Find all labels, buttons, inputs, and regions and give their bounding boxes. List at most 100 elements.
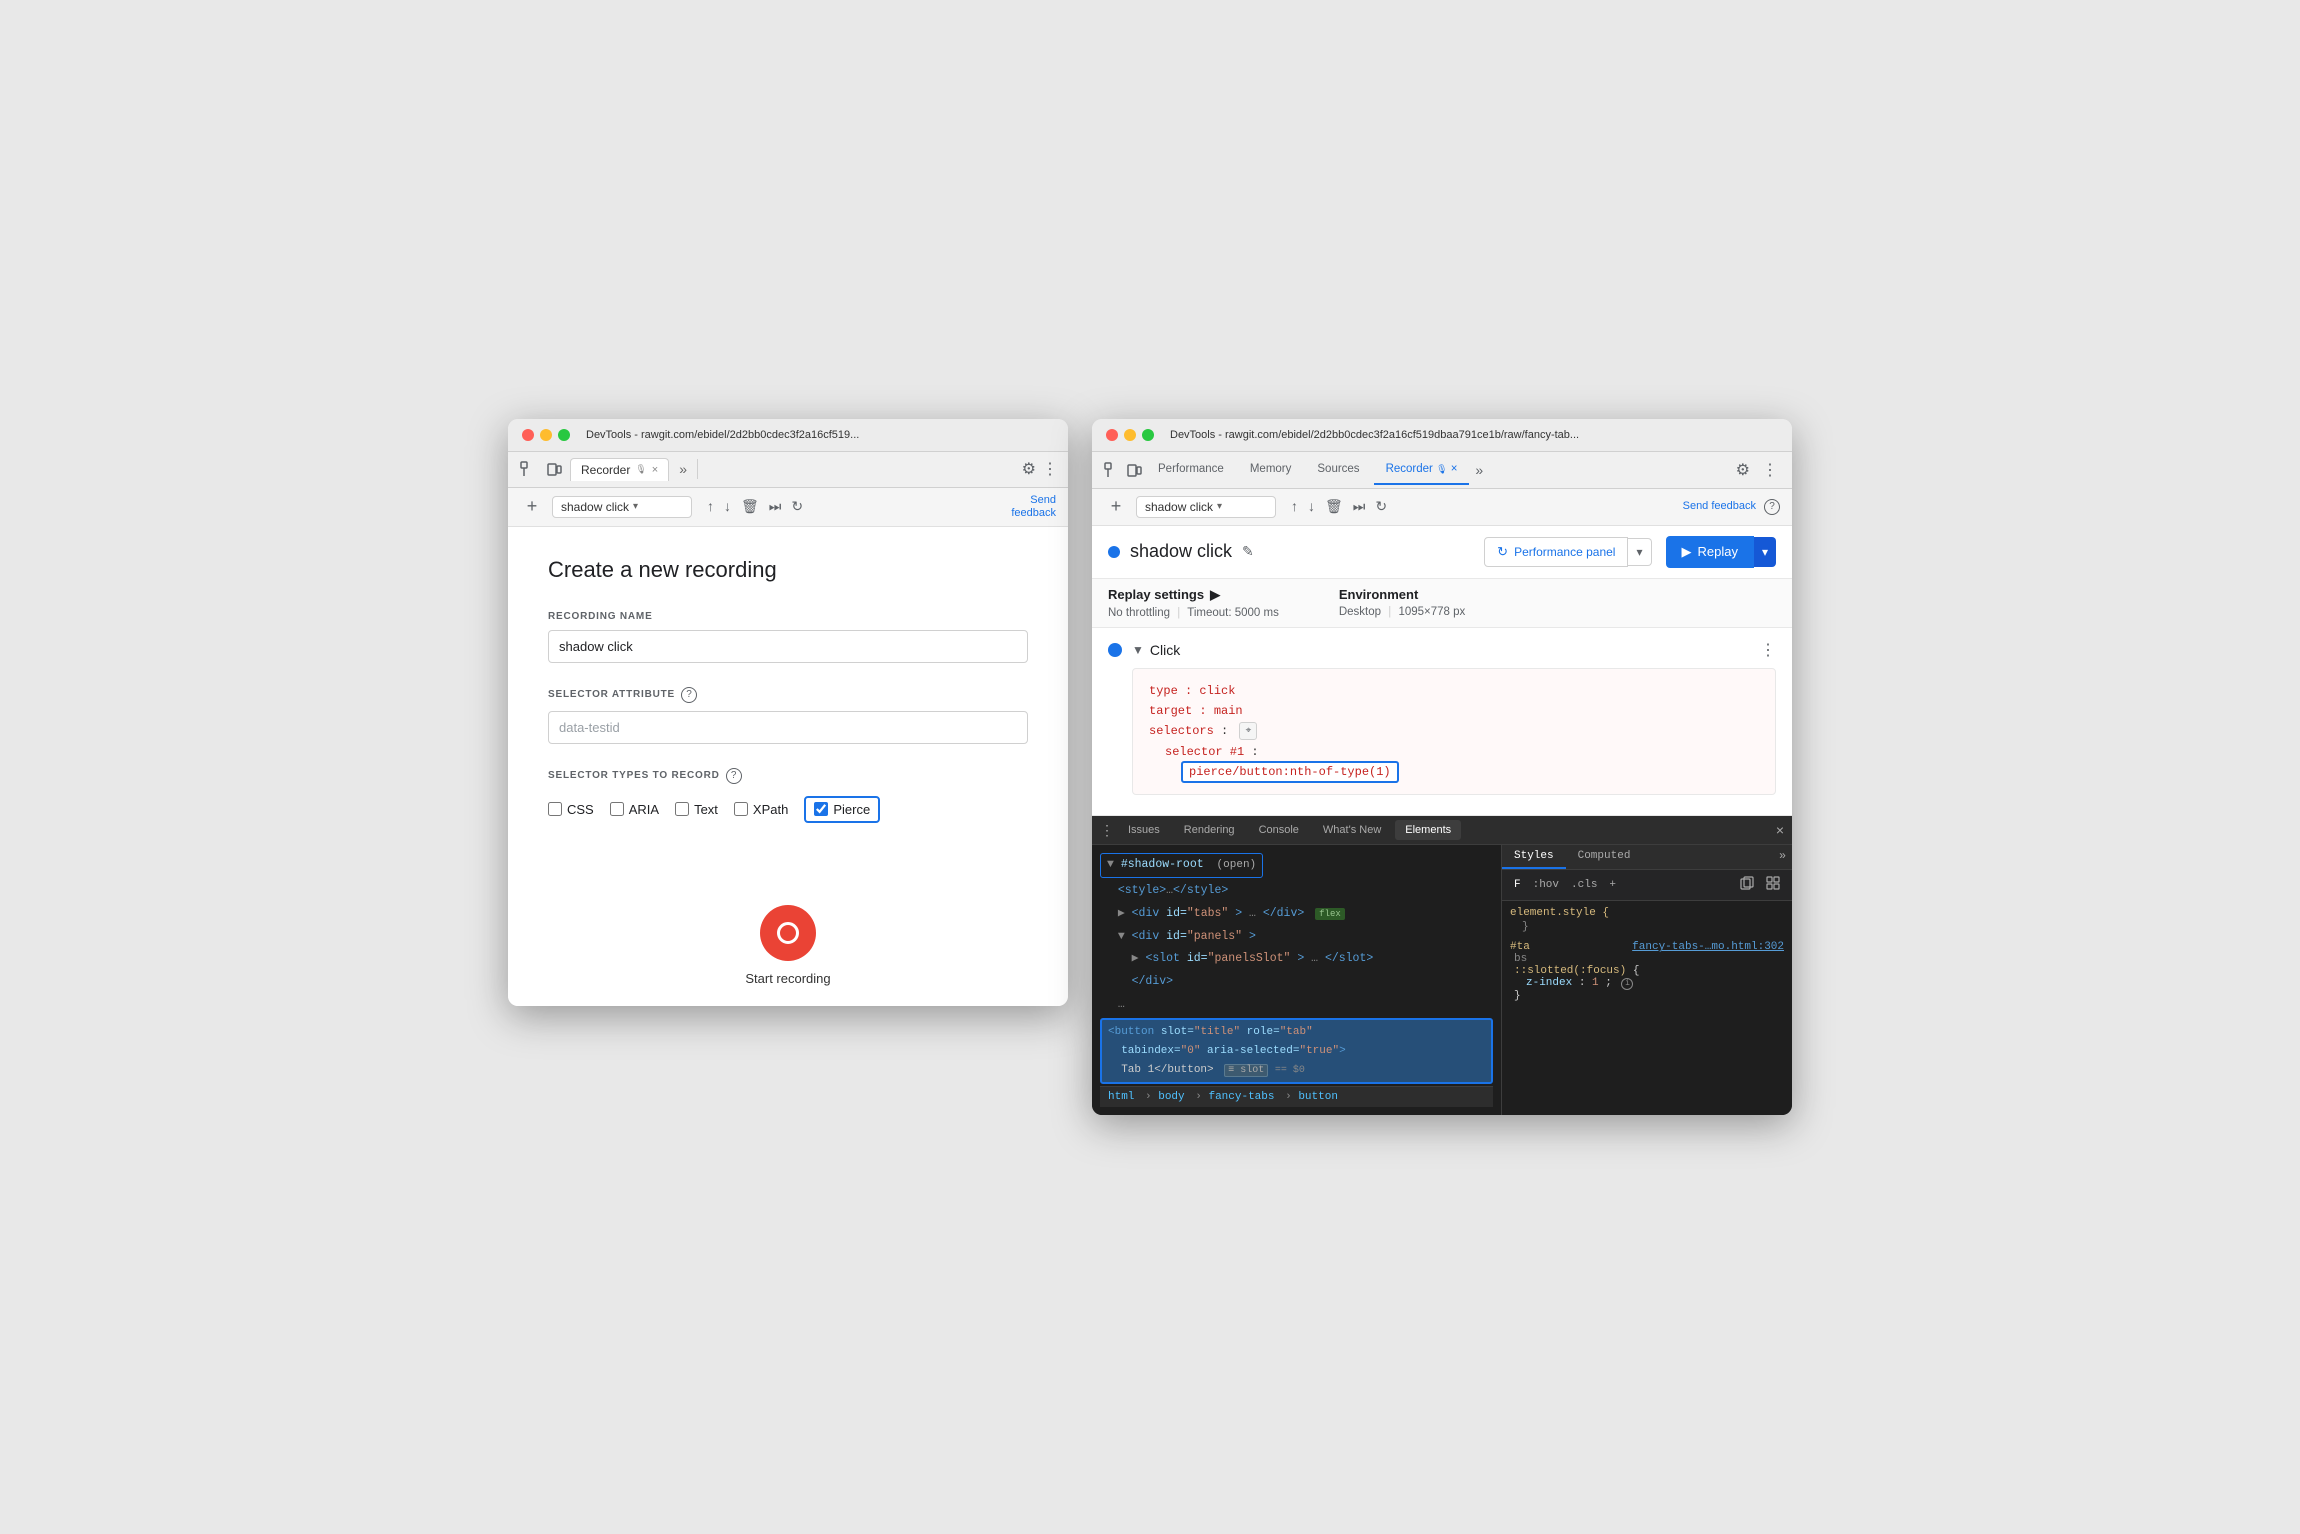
checkbox-xpath[interactable]: XPath	[734, 802, 788, 817]
inspector-icon[interactable]	[518, 459, 538, 479]
tab-rendering[interactable]: Rendering	[1174, 820, 1245, 840]
info-icon[interactable]: i	[1621, 978, 1633, 990]
help-icon-right[interactable]: ?	[1764, 499, 1780, 515]
aria-checkbox[interactable]	[610, 802, 624, 816]
import-icon-right[interactable]: ↓	[1305, 495, 1318, 518]
breadcrumb-html[interactable]: html	[1108, 1091, 1134, 1103]
tab-performance[interactable]: Performance	[1146, 455, 1236, 485]
recorder-tab-close[interactable]: ×	[652, 464, 658, 476]
tab-issues[interactable]: Issues	[1118, 820, 1170, 840]
add-style[interactable]: +	[1605, 877, 1620, 893]
maximize-button-right[interactable]	[1142, 429, 1154, 441]
text-checkbox[interactable]	[675, 802, 689, 816]
checkbox-aria[interactable]: ARIA	[610, 802, 659, 817]
edit-recording-name-icon[interactable]: ✎	[1242, 543, 1254, 560]
export-icon[interactable]: ↑	[704, 495, 717, 518]
xpath-checkbox[interactable]	[734, 802, 748, 816]
step-more-icon[interactable]: ⋮	[1760, 640, 1776, 660]
delete-icon-right[interactable]: 🗑	[1322, 495, 1346, 518]
breadcrumb-body[interactable]: body	[1158, 1091, 1184, 1103]
minimize-button-right[interactable]	[1124, 429, 1136, 441]
recording-name-heading: shadow click	[1130, 541, 1232, 562]
add-recording-button-right[interactable]: +	[1104, 495, 1128, 519]
export-icon-right[interactable]: ↑	[1288, 495, 1301, 518]
tabs-more-right[interactable]: »	[1471, 454, 1487, 486]
step-over-icon[interactable]: ⏭	[766, 495, 785, 518]
replay-dropdown[interactable]: ▾	[1754, 537, 1776, 567]
send-feedback-link-left[interactable]: Sendfeedback	[1011, 494, 1056, 520]
recording-selector-left[interactable]: shadow click ▾	[552, 496, 692, 518]
recorder-tab-label: Recorder	[581, 463, 630, 477]
tab-sources[interactable]: Sources	[1305, 455, 1371, 485]
filter-hov[interactable]: :hov	[1529, 877, 1563, 893]
checkbox-css[interactable]: CSS	[548, 802, 594, 817]
device-mode-icon[interactable]	[544, 459, 564, 479]
css-checkbox[interactable]	[548, 802, 562, 816]
tabs-div-line[interactable]: ▶ <div id="tabs" > … </div> flex	[1100, 903, 1493, 926]
tab-memory[interactable]: Memory	[1238, 455, 1304, 485]
close-button-left[interactable]	[522, 429, 534, 441]
style-line[interactable]: <style>…</style>	[1100, 880, 1493, 903]
import-icon[interactable]: ↓	[721, 495, 734, 518]
breadcrumb-fancy-tabs[interactable]: fancy-tabs	[1208, 1091, 1274, 1103]
minimize-button-left[interactable]	[540, 429, 552, 441]
tab-recorder[interactable]: Recorder 🎙 ×	[1374, 455, 1470, 485]
tab-console[interactable]: Console	[1249, 820, 1309, 840]
panels-slot-line[interactable]: ▶ <slot id="panelsSlot" > … </slot>	[1100, 948, 1493, 971]
resolution-label: 1095×778 px	[1398, 606, 1465, 618]
button-element-selected[interactable]: <button slot="title" role="tab" tabindex…	[1100, 1018, 1493, 1084]
add-recording-button-left[interactable]: +	[520, 495, 544, 519]
ta-rule-header: #ta fancy-tabs-…mo.html:302	[1510, 941, 1784, 953]
ta-source[interactable]: fancy-tabs-…mo.html:302	[1632, 941, 1784, 953]
copy-style[interactable]	[1736, 874, 1758, 896]
inspector-icon-right[interactable]	[1102, 460, 1122, 480]
checkbox-pierce[interactable]: Pierce	[804, 796, 880, 823]
start-recording-button[interactable]	[760, 905, 816, 961]
bottom-panel-dots[interactable]: ⋮	[1100, 822, 1114, 839]
tab-whats-new[interactable]: What's New	[1313, 820, 1391, 840]
left-recording-row: + shadow click ▾ ↑ ↓ 🗑 ⏭ ↻ Sendfeedback	[508, 488, 1068, 527]
selector-value: pierce/button:nth-of-type(1)	[1181, 761, 1399, 783]
tabs-more-left[interactable]: »	[679, 461, 687, 477]
recording-selector-right[interactable]: shadow click ▾	[1136, 496, 1276, 518]
ta-rule: #ta fancy-tabs-…mo.html:302 bs ::slotted…	[1510, 941, 1784, 1002]
send-feedback-link-right[interactable]: Send feedback	[1683, 500, 1756, 513]
breadcrumb-button[interactable]: button	[1298, 1091, 1338, 1103]
tab-computed[interactable]: Computed	[1566, 845, 1643, 869]
recorder-tab-left[interactable]: Recorder 🎙 ×	[570, 458, 669, 481]
tab-styles[interactable]: Styles	[1502, 845, 1566, 869]
more-options-icon-left[interactable]: ⋮	[1042, 459, 1058, 479]
device-mode-icon-right[interactable]	[1124, 460, 1144, 480]
replay-controls: ↻ Performance panel ▾ ▶ Replay ▾	[1484, 536, 1776, 568]
panels-div-line[interactable]: ▼ <div id="panels" >	[1100, 926, 1493, 949]
settings-icon-left[interactable]: ⚙	[1022, 459, 1036, 479]
close-bottom-panel[interactable]: ×	[1776, 822, 1784, 838]
loop-icon-right[interactable]: ↻	[1372, 495, 1390, 518]
step-over-icon-right[interactable]: ⏭	[1350, 495, 1369, 518]
filter-cls[interactable]: .cls	[1567, 877, 1601, 893]
maximize-button-left[interactable]	[558, 429, 570, 441]
checkbox-text[interactable]: Text	[675, 802, 718, 817]
tab-elements[interactable]: Elements	[1395, 820, 1461, 840]
element-style-closing: }	[1510, 921, 1784, 933]
perf-panel-dropdown[interactable]: ▾	[1628, 538, 1651, 566]
pierce-checkbox[interactable]	[814, 802, 828, 816]
selector-attribute-input[interactable]	[548, 711, 1028, 744]
grid-style[interactable]	[1762, 874, 1784, 896]
selector-attr-help-icon[interactable]: ?	[681, 687, 697, 703]
settings-sep-1: |	[1177, 607, 1180, 619]
more-options-icon-right[interactable]: ⋮	[1758, 452, 1782, 488]
styles-more[interactable]: »	[1773, 845, 1792, 869]
close-div-line: </div>	[1100, 971, 1493, 994]
loop-icon[interactable]: ↻	[788, 495, 806, 518]
selector-types-help-icon[interactable]: ?	[726, 768, 742, 784]
filter-f[interactable]: F	[1510, 877, 1525, 893]
step-expand-arrow[interactable]: ▼	[1132, 643, 1144, 657]
replay-button[interactable]: ▶ Replay	[1666, 536, 1754, 568]
performance-panel-button[interactable]: ↻ Performance panel	[1484, 537, 1628, 567]
delete-icon[interactable]: 🗑	[738, 495, 762, 518]
settings-icon-right[interactable]: ⚙	[1730, 452, 1756, 488]
recording-name-input[interactable]	[548, 630, 1028, 663]
close-button-right[interactable]	[1106, 429, 1118, 441]
bottom-toolbar: ⋮ Issues Rendering Console What's New El…	[1092, 816, 1792, 845]
